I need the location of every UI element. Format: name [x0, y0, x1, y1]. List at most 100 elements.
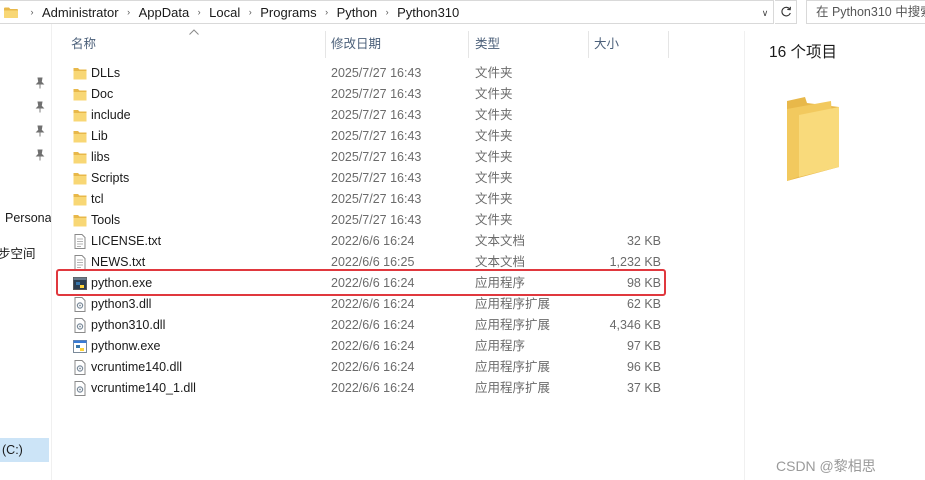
file-name: python3.dll — [91, 297, 152, 311]
file-type: 应用程序 — [475, 339, 526, 353]
file-row[interactable]: Lib 2025/7/27 16:43 文件夹 — [67, 126, 667, 147]
dll-file-icon — [73, 360, 87, 375]
refresh-icon — [780, 6, 791, 17]
file-row[interactable]: Scripts 2025/7/27 16:43 文件夹 — [67, 168, 667, 189]
column-header-type[interactable]: 类型 — [475, 31, 500, 57]
file-name: Doc — [91, 87, 114, 101]
dll-file-icon — [73, 381, 87, 396]
nav-item-drive-c[interactable]: (C:) — [0, 438, 49, 462]
navigation-pane: Persona 步空间 (C:) — [0, 24, 52, 480]
file-date: 2025/7/27 16:43 — [331, 213, 422, 227]
file-name: pythonw.exe — [91, 339, 161, 353]
file-size: 1,232 KB — [609, 255, 661, 269]
file-row[interactable]: vcruntime140_1.dll 2022/6/6 16:24 应用程序扩展 37… — [67, 378, 667, 399]
file-row[interactable]: vcruntime140.dll 2022/6/6 16:24 应用程序扩展 96 K… — [67, 357, 667, 378]
file-type: 文本文档 — [475, 234, 526, 248]
file-row[interactable]: libs 2025/7/27 16:43 文件夹 — [67, 147, 667, 168]
breadcrumb-item[interactable]: Python310 — [395, 5, 461, 20]
breadcrumb-item[interactable]: AppData — [137, 5, 192, 20]
chevron-right-icon[interactable]: › — [379, 7, 395, 17]
chevron-down-icon[interactable]: ∨ — [758, 5, 772, 21]
file-date: 2025/7/27 16:43 — [331, 87, 422, 101]
file-type: 文件夹 — [475, 192, 513, 206]
file-row[interactable]: python.exe 2022/6/6 16:24 应用程序 98 KB — [67, 273, 667, 294]
file-row[interactable]: python310.dll 2022/6/6 16:24 应用程序扩展 4,346 K… — [67, 315, 667, 336]
folder-icon — [73, 213, 87, 228]
file-size: 98 KB — [626, 276, 661, 290]
file-date: 2022/6/6 16:24 — [331, 297, 415, 311]
file-date: 2025/7/27 16:43 — [331, 108, 422, 122]
folder-icon — [73, 108, 87, 123]
file-type: 文件夹 — [475, 87, 513, 101]
file-row[interactable]: LICENSE.txt 2022/6/6 16:24 文本文档 32 KB — [67, 231, 667, 252]
column-divider[interactable] — [325, 31, 326, 58]
file-row[interactable]: pythonw.exe 2022/6/6 16:24 应用程序 97 KB — [67, 336, 667, 357]
column-header-date[interactable]: 修改日期 — [331, 31, 381, 57]
address-bar[interactable]: › Administrator › AppData › Local › Programs › Py… — [0, 0, 774, 24]
file-size: 62 KB — [626, 297, 661, 311]
refresh-button[interactable] — [775, 0, 797, 24]
column-divider[interactable] — [468, 31, 469, 58]
file-type: 应用程序 — [475, 276, 526, 290]
breadcrumb-item[interactable]: Local — [207, 5, 242, 20]
file-row[interactable]: NEWS.txt 2022/6/6 16:25 文本文档 1,232 KB — [67, 252, 667, 273]
file-name: Tools — [91, 213, 121, 227]
python-exe-icon — [73, 276, 87, 291]
search-input[interactable]: 在 Python310 中搜索 — [806, 0, 925, 24]
file-row[interactable]: python3.dll 2022/6/6 16:24 应用程序扩展 62 KB — [67, 294, 667, 315]
nav-item-personal[interactable]: Persona — [5, 211, 51, 225]
column-header-size[interactable]: 大小 — [594, 31, 619, 57]
pin-icon[interactable] — [34, 101, 46, 113]
address-bar-area: › Administrator › AppData › Local › Programs › Py… — [0, 0, 925, 24]
file-name: vcruntime140_1.dll — [91, 381, 196, 395]
file-date: 2022/6/6 16:24 — [331, 276, 415, 290]
chevron-right-icon[interactable]: › — [191, 7, 207, 17]
breadcrumb-item[interactable]: Programs — [258, 5, 318, 20]
folder-icon — [73, 192, 87, 207]
file-row[interactable]: tcl 2025/7/27 16:43 文件夹 — [67, 189, 667, 210]
pin-icon[interactable] — [34, 125, 46, 137]
folder-icon — [4, 7, 18, 18]
file-name: Scripts — [91, 171, 130, 185]
file-name: Lib — [91, 129, 108, 143]
file-row[interactable]: Tools 2025/7/27 16:43 文件夹 — [67, 210, 667, 231]
chevron-right-icon[interactable]: › — [121, 7, 137, 17]
file-name: libs — [91, 150, 110, 164]
file-name: vcruntime140.dll — [91, 360, 183, 374]
breadcrumb-item[interactable]: Python — [335, 5, 379, 20]
pin-icon[interactable] — [34, 77, 46, 89]
nav-item-sync-space[interactable]: 步空间 — [0, 243, 36, 262]
watermark: CSDN @黎相思 — [776, 458, 876, 474]
breadcrumb: › Administrator › AppData › Local › Programs › Py… — [24, 1, 461, 23]
file-size: 97 KB — [626, 339, 661, 353]
file-row[interactable]: include 2025/7/27 16:43 文件夹 — [67, 105, 667, 126]
file-name: tcl — [91, 192, 104, 206]
chevron-right-icon[interactable]: › — [242, 7, 258, 17]
file-name: NEWS.txt — [91, 255, 146, 269]
folder-icon — [73, 87, 87, 102]
file-name: python310.dll — [91, 318, 166, 332]
pin-icon[interactable] — [34, 149, 46, 161]
file-type: 应用程序扩展 — [475, 318, 551, 332]
file-type: 文件夹 — [475, 66, 513, 80]
file-date: 2022/6/6 16:24 — [331, 339, 415, 353]
file-date: 2022/6/6 16:24 — [331, 234, 415, 248]
details-pane: 16 个项目 — [744, 31, 925, 480]
file-date: 2025/7/27 16:43 — [331, 66, 422, 80]
column-divider[interactable] — [668, 31, 669, 58]
file-row[interactable]: Doc 2025/7/27 16:43 文件夹 — [67, 84, 667, 105]
file-date: 2025/7/27 16:43 — [331, 150, 422, 164]
column-header-name[interactable]: 名称 — [71, 31, 96, 57]
chevron-right-icon[interactable]: › — [319, 7, 335, 17]
file-date: 2025/7/27 16:43 — [331, 171, 422, 185]
chevron-right-icon[interactable]: › — [24, 7, 40, 17]
breadcrumb-item[interactable]: Administrator — [40, 5, 121, 20]
file-name: include — [91, 108, 131, 122]
file-type: 文件夹 — [475, 213, 513, 227]
file-type: 文件夹 — [475, 129, 513, 143]
file-row[interactable]: DLLs 2025/7/27 16:43 文件夹 — [67, 63, 667, 84]
column-divider[interactable] — [588, 31, 589, 58]
file-date: 2022/6/6 16:24 — [331, 360, 415, 374]
folder-icon — [73, 66, 87, 81]
file-type: 文本文档 — [475, 255, 526, 269]
